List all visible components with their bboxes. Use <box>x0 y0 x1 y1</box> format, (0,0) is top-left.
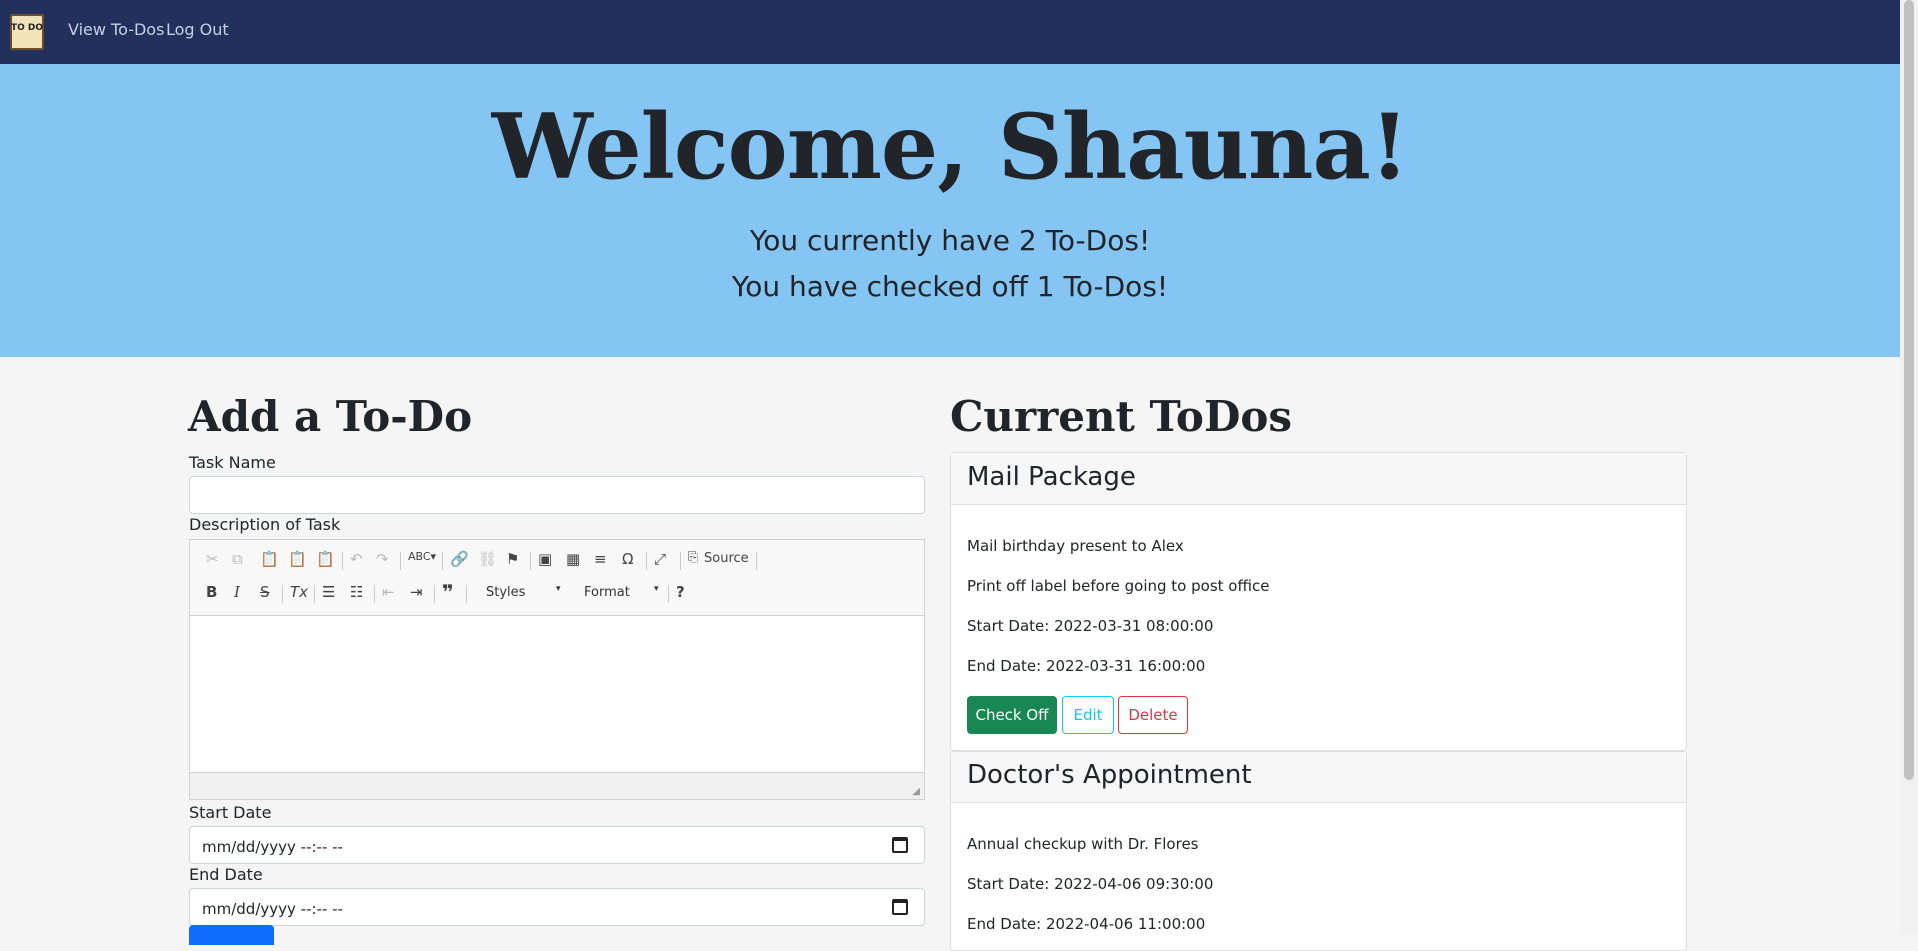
check-off-button[interactable]: Check Off <box>967 696 1057 734</box>
nav-link-view-todos[interactable]: View To-Dos <box>68 20 164 39</box>
spellcheck-icon[interactable]: ABC▾ <box>408 550 436 563</box>
paste-text-icon[interactable]: 📋 <box>288 550 307 568</box>
todo-start-date: Start Date: 2022-03-31 08:00:00 <box>967 617 1214 635</box>
unlink-icon[interactable]: ⛓ <box>478 550 497 568</box>
calendar-icon[interactable] <box>892 899 908 915</box>
todo-card: Doctor's Appointment Annual checkup with… <box>950 751 1687 951</box>
todo-end-date: End Date: 2022-04-06 11:00:00 <box>967 915 1206 933</box>
italic-icon[interactable]: I <box>234 583 240 601</box>
toolbar-separator <box>646 552 647 570</box>
toolbar-separator <box>374 585 375 603</box>
edit-button[interactable]: Edit <box>1062 696 1114 734</box>
logo-text: TO DO <box>10 23 44 33</box>
todo-card-header: Mail Package <box>951 453 1686 505</box>
todo-start-date: Start Date: 2022-04-06 09:30:00 <box>967 875 1214 893</box>
end-date-label: End Date <box>189 865 263 884</box>
todo-description-line: Annual checkup with Dr. Flores <box>967 835 1199 853</box>
toolbar-separator <box>314 585 315 603</box>
horizontal-line-icon[interactable]: ≡ <box>594 550 607 568</box>
indent-icon[interactable]: ⇥ <box>410 583 423 601</box>
todo-card: Mail Package Mail birthday present to Al… <box>950 452 1687 751</box>
blockquote-icon[interactable]: ❞ <box>442 580 454 604</box>
description-label: Description of Task <box>189 515 341 534</box>
navbar: TO DO View To-Dos Log Out <box>0 0 1900 64</box>
special-char-icon[interactable]: Ω <box>622 550 633 568</box>
nav-link-log-out[interactable]: Log Out <box>166 20 229 39</box>
chevron-down-icon: ▾ <box>654 584 659 594</box>
todo-description-line: Print off label before going to post off… <box>967 577 1270 595</box>
paste-word-icon[interactable]: 📋 <box>316 550 335 568</box>
editor-content-area[interactable] <box>190 616 924 774</box>
toolbar-separator <box>668 585 669 603</box>
todo-count-text: You currently have 2 To-Dos! <box>749 224 1151 257</box>
toolbar-separator <box>530 552 531 570</box>
end-date-placeholder: mm/dd/yyyy --:-- -- <box>202 900 343 918</box>
submit-button[interactable] <box>189 925 274 945</box>
format-dropdown[interactable]: Format <box>584 585 630 600</box>
todo-end-date: End Date: 2022-03-31 16:00:00 <box>967 657 1206 675</box>
toolbar-separator <box>282 585 283 603</box>
styles-dropdown[interactable]: Styles <box>486 585 525 600</box>
outdent-icon[interactable]: ⇤ <box>382 583 395 601</box>
rich-text-editor: ✂ ⧉ 📋 📋 📋 ↶ ↷ ABC▾ 🔗 ⛓ ⚑ ▣ ▦ ≡ Ω ⤢ ⎘ Sou… <box>189 539 925 800</box>
image-icon[interactable]: ▣ <box>538 550 552 568</box>
source-button[interactable]: Source <box>704 551 749 566</box>
cut-icon[interactable]: ✂ <box>206 550 219 568</box>
strikethrough-icon[interactable]: S <box>260 583 270 601</box>
numbered-list-icon[interactable]: ☰ <box>322 583 335 601</box>
editor-status-bar: ◢ <box>190 772 924 799</box>
paste-icon[interactable]: 📋 <box>260 550 279 568</box>
toolbar-separator <box>442 552 443 570</box>
page-scrollbar[interactable] <box>1900 0 1918 934</box>
todo-title: Mail Package <box>967 462 1136 492</box>
undo-icon[interactable]: ↶ <box>350 550 363 568</box>
checked-count-text: You have checked off 1 To-Dos! <box>731 270 1169 303</box>
welcome-title: Welcome, Shauna! <box>491 94 1410 200</box>
link-icon[interactable]: 🔗 <box>450 550 469 568</box>
remove-format-icon[interactable]: Tx <box>290 583 308 601</box>
toolbar-separator <box>756 552 757 570</box>
editor-toolbar: ✂ ⧉ 📋 📋 📋 ↶ ↷ ABC▾ 🔗 ⛓ ⚑ ▣ ▦ ≡ Ω ⤢ ⎘ Sou… <box>190 540 924 616</box>
todo-card-header: Doctor's Appointment <box>951 752 1686 803</box>
copy-icon[interactable]: ⧉ <box>232 550 243 568</box>
maximize-icon[interactable]: ⤢ <box>654 550 666 568</box>
bulleted-list-icon[interactable]: ☷ <box>350 583 363 601</box>
add-todo-title: Add a To-Do <box>188 392 473 441</box>
todo-title: Doctor's Appointment <box>967 760 1252 790</box>
toolbar-separator <box>400 552 401 570</box>
redo-icon[interactable]: ↷ <box>376 550 389 568</box>
resize-handle-icon[interactable]: ◢ <box>912 786 920 797</box>
anchor-flag-icon[interactable]: ⚑ <box>506 550 519 568</box>
table-icon[interactable]: ▦ <box>566 550 580 568</box>
calendar-icon[interactable] <box>892 837 908 853</box>
end-date-input[interactable]: mm/dd/yyyy --:-- -- <box>189 888 925 926</box>
toolbar-separator <box>680 552 681 570</box>
toolbar-separator <box>342 552 343 570</box>
hero-banner: Welcome, Shauna! You currently have 2 To… <box>0 64 1900 357</box>
task-name-input[interactable] <box>189 476 925 514</box>
toolbar-separator <box>434 585 435 603</box>
help-button[interactable]: ? <box>676 583 685 601</box>
todo-description-line: Mail birthday present to Alex <box>967 537 1184 555</box>
start-date-input[interactable]: mm/dd/yyyy --:-- -- <box>189 826 925 864</box>
bold-icon[interactable]: B <box>206 583 217 601</box>
scrollbar-thumb[interactable] <box>1904 0 1914 780</box>
start-date-label: Start Date <box>189 803 272 822</box>
start-date-placeholder: mm/dd/yyyy --:-- -- <box>202 838 343 856</box>
task-name-label: Task Name <box>189 453 276 472</box>
delete-button[interactable]: Delete <box>1118 696 1188 734</box>
toolbar-separator <box>466 585 467 603</box>
chevron-down-icon: ▾ <box>556 584 561 594</box>
todo-logo-icon[interactable]: TO DO <box>10 14 44 50</box>
current-todos-title: Current ToDos <box>950 392 1293 441</box>
source-icon[interactable]: ⎘ <box>688 550 698 565</box>
